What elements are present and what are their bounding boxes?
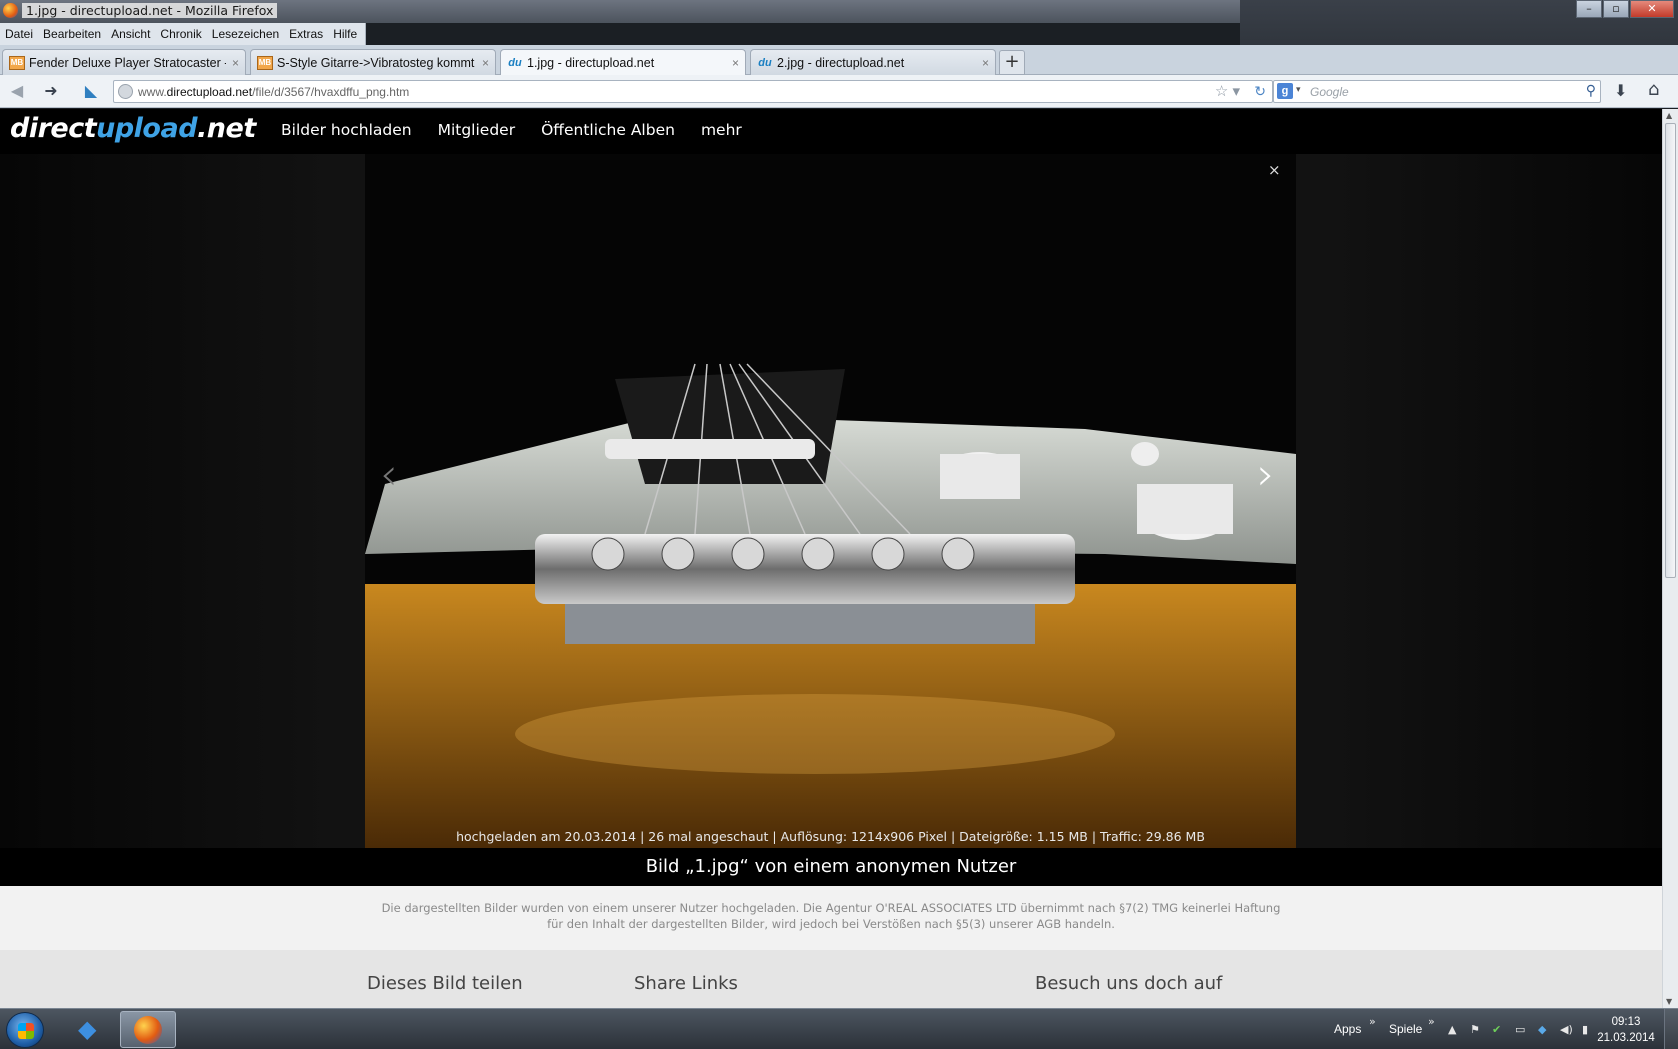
tab-fender-deluxe[interactable]: MB Fender Deluxe Player Stratocaster - k… xyxy=(2,49,246,75)
bookmark-star-icon[interactable]: ☆ ▾ xyxy=(1215,82,1240,100)
tab-close-icon[interactable]: × xyxy=(482,56,489,70)
window-controls: – ▫ ✕ xyxy=(1576,0,1674,18)
share-section: Dieses Bild teilen Share Links Besuch un… xyxy=(0,950,1662,1008)
windows-taskbar: Apps » Spiele » ▲ ⚑ ✔ ▭ ◆ ◀) ▮ 09:13 21.… xyxy=(0,1008,1678,1049)
reload-icon[interactable]: ↻ xyxy=(1254,83,1266,100)
dropbox-tray-icon[interactable]: ◆ xyxy=(1538,1023,1546,1036)
tab-close-icon[interactable]: × xyxy=(732,56,739,70)
disclaimer-line-2: für den Inhalt der dargestellten Bilder,… xyxy=(547,917,1115,931)
tab-close-icon[interactable]: × xyxy=(982,56,989,70)
menu-chronik[interactable]: Chronik xyxy=(155,27,206,41)
search-placeholder: Google xyxy=(1310,85,1349,99)
url-bar[interactable]: www.directupload.net/file/d/3567/hvaxdff… xyxy=(113,80,1273,103)
start-button[interactable] xyxy=(6,1012,44,1048)
share-links-heading: Share Links xyxy=(634,973,738,994)
du-favicon-icon: du xyxy=(508,57,522,69)
scrollbar-thumb[interactable] xyxy=(1665,123,1676,578)
uploaded-photo xyxy=(365,154,1296,848)
security-icon[interactable]: ✔ xyxy=(1492,1023,1501,1036)
network-icon[interactable]: ▭ xyxy=(1515,1023,1525,1036)
caption-bar: Bild „1.jpg“ von einem anonymen Nutzer xyxy=(0,848,1662,886)
du-favicon-icon: du xyxy=(758,56,772,69)
previous-image-icon[interactable]: ‹ xyxy=(380,449,398,500)
window-titlebar: 1.jpg - directupload.net - Mozilla Firef… xyxy=(0,0,1678,72)
lightbox-close-icon[interactable]: × xyxy=(1268,161,1281,179)
firefox-taskbar-icon[interactable] xyxy=(120,1011,176,1048)
navigation-toolbar: ◀ ➜ ◣ www.directupload.net/file/d/3567/h… xyxy=(0,75,1678,108)
page-viewport: directupload.net Bilder hochladen Mitgli… xyxy=(0,109,1662,1008)
visit-us-heading: Besuch uns doch auf xyxy=(1035,973,1223,994)
tab-s-style-gitarre[interactable]: MB S-Style Gitarre->Vibratosteg kommt ..… xyxy=(250,49,496,75)
scroll-down-icon[interactable]: ▼ xyxy=(1666,997,1672,1006)
download-icon[interactable]: ⬇ xyxy=(1614,81,1627,100)
site-nav: Bilder hochladen Mitglieder Öffentliche … xyxy=(281,121,742,139)
disclaimer-line-1: Die dargestellten Bilder wurden von eine… xyxy=(381,901,1281,915)
action-center-flag-icon[interactable]: ⚑ xyxy=(1470,1023,1480,1036)
tab-strip: MB Fender Deluxe Player Stratocaster - k… xyxy=(0,45,1678,76)
tab-1-jpg[interactable]: du 1.jpg - directupload.net × xyxy=(500,49,746,76)
site-logo[interactable]: directupload.net xyxy=(10,113,256,144)
globe-icon xyxy=(118,84,133,99)
guitar-photo-graphic xyxy=(365,154,1296,848)
nav-mitglieder[interactable]: Mitglieder xyxy=(438,121,516,139)
menu-bearbeiten[interactable]: Bearbeiten xyxy=(38,27,106,41)
mb-favicon-icon: MB xyxy=(9,55,25,70)
tray-flag-icon[interactable]: ▮ xyxy=(1582,1023,1588,1036)
menu-bar: Datei Bearbeiten Ansicht Chronik Lesezei… xyxy=(0,23,366,45)
page-scrollbar[interactable]: ▲ ▼ xyxy=(1662,109,1678,1008)
menu-ansicht[interactable]: Ansicht xyxy=(106,27,155,41)
tab-label: Fender Deluxe Player Stratocaster - ko..… xyxy=(29,55,226,70)
show-hidden-icons-icon[interactable]: ▲ xyxy=(1448,1023,1456,1036)
tab-label: S-Style Gitarre->Vibratosteg kommt ... xyxy=(277,55,476,70)
clock-date: 21.03.2014 xyxy=(1597,1032,1655,1044)
menu-lesezeichen[interactable]: Lesezeichen xyxy=(207,27,284,41)
clock-time: 09:13 xyxy=(1611,1016,1641,1028)
url-text[interactable]: www.directupload.net/file/d/3567/hvaxdff… xyxy=(138,85,409,99)
apps-expand-icon[interactable]: » xyxy=(1369,1015,1376,1028)
site-header: directupload.net Bilder hochladen Mitgli… xyxy=(0,109,1662,154)
mb-favicon-icon: MB xyxy=(257,55,273,70)
games-expand-icon[interactable]: » xyxy=(1428,1015,1435,1028)
search-engine-icon[interactable]: g xyxy=(1277,83,1293,99)
back-icon[interactable]: ◀ xyxy=(6,81,28,101)
search-engine-dropdown-icon[interactable]: ▾ xyxy=(1296,84,1301,95)
menu-datei[interactable]: Datei xyxy=(0,27,38,41)
window-title: 1.jpg - directupload.net - Mozilla Firef… xyxy=(22,3,278,18)
home-icon[interactable]: ⌂ xyxy=(1648,79,1659,100)
tray-apps-toolbar[interactable]: Apps xyxy=(1334,1022,1361,1036)
share-image-heading: Dieses Bild teilen xyxy=(367,973,523,994)
next-image-icon[interactable]: › xyxy=(1257,449,1275,500)
tab-close-icon[interactable]: × xyxy=(232,56,239,70)
tab-label: 2.jpg - directupload.net xyxy=(777,55,905,70)
tab-2-jpg[interactable]: du 2.jpg - directupload.net × xyxy=(750,49,996,75)
volume-icon[interactable]: ◀) xyxy=(1560,1023,1573,1036)
search-icon[interactable]: ⚲ xyxy=(1586,82,1596,99)
menu-hilfe[interactable]: Hilfe xyxy=(328,27,362,41)
tab-label: 1.jpg - directupload.net xyxy=(527,56,655,70)
maximize-button[interactable]: ▫ xyxy=(1603,0,1629,18)
new-tab-button[interactable]: + xyxy=(999,50,1025,75)
search-bar[interactable]: g ▾ Google ⚲ xyxy=(1273,80,1601,103)
system-clock[interactable]: 09:13 21.03.2014 xyxy=(1596,1014,1656,1046)
dropbox-taskbar-icon[interactable] xyxy=(60,1011,116,1048)
image-caption: Bild „1.jpg“ von einem anonymen Nutzer xyxy=(645,856,1017,877)
nav-bilder-hochladen[interactable]: Bilder hochladen xyxy=(281,121,412,139)
minimize-button[interactable]: – xyxy=(1576,0,1602,18)
photo-metadata: hochgeladen am 20.03.2014 | 26 mal anges… xyxy=(456,829,1205,844)
show-desktop-button[interactable] xyxy=(1664,1009,1678,1049)
nav-oeffentliche-alben[interactable]: Öffentliche Alben xyxy=(541,121,675,139)
forward-icon[interactable]: ➜ xyxy=(40,81,62,101)
legal-disclaimer: Die dargestellten Bilder wurden von eine… xyxy=(0,886,1662,950)
firefox-icon xyxy=(3,3,18,18)
nav-mehr[interactable]: mehr xyxy=(701,121,742,139)
tray-games-toolbar[interactable]: Spiele xyxy=(1389,1022,1422,1036)
menu-extras[interactable]: Extras xyxy=(284,27,328,41)
close-window-button[interactable]: ✕ xyxy=(1630,0,1674,18)
identity-icon[interactable]: ◣ xyxy=(80,81,102,101)
scroll-up-icon[interactable]: ▲ xyxy=(1666,111,1672,120)
